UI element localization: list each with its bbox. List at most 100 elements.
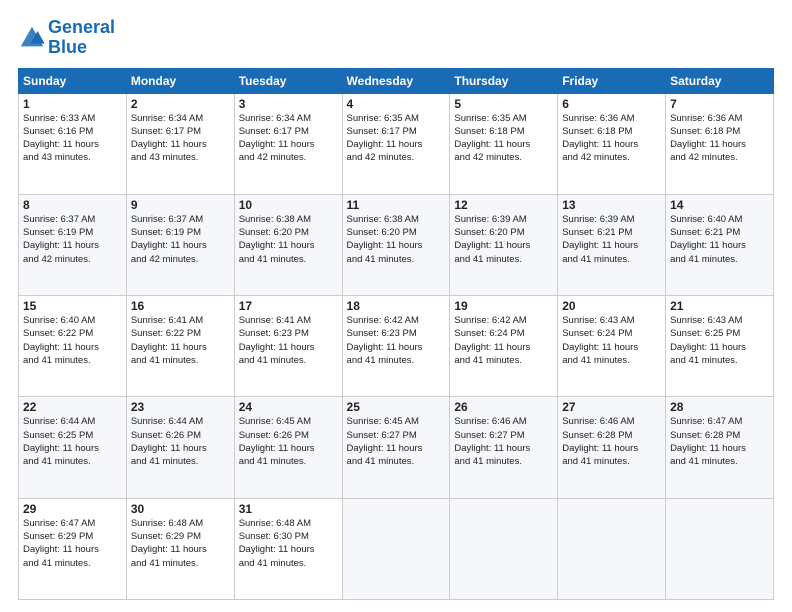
calendar-cell: 25Sunrise: 6:45 AM Sunset: 6:27 PM Dayli… <box>342 397 450 498</box>
day-number: 2 <box>131 97 230 111</box>
day-info: Sunrise: 6:41 AM Sunset: 6:22 PM Dayligh… <box>131 314 230 367</box>
calendar-cell: 10Sunrise: 6:38 AM Sunset: 6:20 PM Dayli… <box>234 194 342 295</box>
day-number: 1 <box>23 97 122 111</box>
day-info: Sunrise: 6:48 AM Sunset: 6:30 PM Dayligh… <box>239 517 338 570</box>
day-number: 30 <box>131 502 230 516</box>
day-info: Sunrise: 6:44 AM Sunset: 6:26 PM Dayligh… <box>131 415 230 468</box>
day-number: 19 <box>454 299 553 313</box>
day-number: 3 <box>239 97 338 111</box>
calendar-cell <box>450 498 558 599</box>
day-number: 17 <box>239 299 338 313</box>
calendar-cell: 14Sunrise: 6:40 AM Sunset: 6:21 PM Dayli… <box>666 194 774 295</box>
calendar-cell: 30Sunrise: 6:48 AM Sunset: 6:29 PM Dayli… <box>126 498 234 599</box>
day-info: Sunrise: 6:44 AM Sunset: 6:25 PM Dayligh… <box>23 415 122 468</box>
day-number: 18 <box>347 299 446 313</box>
calendar-cell: 27Sunrise: 6:46 AM Sunset: 6:28 PM Dayli… <box>558 397 666 498</box>
day-info: Sunrise: 6:36 AM Sunset: 6:18 PM Dayligh… <box>670 112 769 165</box>
day-number: 14 <box>670 198 769 212</box>
header-day-thursday: Thursday <box>450 68 558 93</box>
day-info: Sunrise: 6:38 AM Sunset: 6:20 PM Dayligh… <box>239 213 338 266</box>
day-number: 5 <box>454 97 553 111</box>
calendar-cell: 6Sunrise: 6:36 AM Sunset: 6:18 PM Daylig… <box>558 93 666 194</box>
calendar-week-row: 22Sunrise: 6:44 AM Sunset: 6:25 PM Dayli… <box>19 397 774 498</box>
day-number: 6 <box>562 97 661 111</box>
calendar-cell: 7Sunrise: 6:36 AM Sunset: 6:18 PM Daylig… <box>666 93 774 194</box>
day-info: Sunrise: 6:40 AM Sunset: 6:22 PM Dayligh… <box>23 314 122 367</box>
day-info: Sunrise: 6:35 AM Sunset: 6:17 PM Dayligh… <box>347 112 446 165</box>
calendar-cell: 28Sunrise: 6:47 AM Sunset: 6:28 PM Dayli… <box>666 397 774 498</box>
day-info: Sunrise: 6:45 AM Sunset: 6:27 PM Dayligh… <box>347 415 446 468</box>
day-info: Sunrise: 6:37 AM Sunset: 6:19 PM Dayligh… <box>131 213 230 266</box>
day-number: 9 <box>131 198 230 212</box>
day-info: Sunrise: 6:45 AM Sunset: 6:26 PM Dayligh… <box>239 415 338 468</box>
page: General Blue SundayMondayTuesdayWednesda… <box>0 0 792 612</box>
day-info: Sunrise: 6:35 AM Sunset: 6:18 PM Dayligh… <box>454 112 553 165</box>
calendar-cell: 26Sunrise: 6:46 AM Sunset: 6:27 PM Dayli… <box>450 397 558 498</box>
day-number: 10 <box>239 198 338 212</box>
calendar-cell: 31Sunrise: 6:48 AM Sunset: 6:30 PM Dayli… <box>234 498 342 599</box>
calendar-cell: 16Sunrise: 6:41 AM Sunset: 6:22 PM Dayli… <box>126 296 234 397</box>
calendar-week-row: 8Sunrise: 6:37 AM Sunset: 6:19 PM Daylig… <box>19 194 774 295</box>
day-number: 24 <box>239 400 338 414</box>
calendar-cell: 2Sunrise: 6:34 AM Sunset: 6:17 PM Daylig… <box>126 93 234 194</box>
day-number: 16 <box>131 299 230 313</box>
calendar-cell: 20Sunrise: 6:43 AM Sunset: 6:24 PM Dayli… <box>558 296 666 397</box>
day-number: 25 <box>347 400 446 414</box>
day-info: Sunrise: 6:34 AM Sunset: 6:17 PM Dayligh… <box>239 112 338 165</box>
day-info: Sunrise: 6:39 AM Sunset: 6:21 PM Dayligh… <box>562 213 661 266</box>
header-day-tuesday: Tuesday <box>234 68 342 93</box>
header: General Blue <box>18 18 774 58</box>
day-number: 8 <box>23 198 122 212</box>
header-day-friday: Friday <box>558 68 666 93</box>
logo-icon <box>18 24 46 52</box>
day-number: 22 <box>23 400 122 414</box>
day-info: Sunrise: 6:43 AM Sunset: 6:24 PM Dayligh… <box>562 314 661 367</box>
day-number: 28 <box>670 400 769 414</box>
day-number: 31 <box>239 502 338 516</box>
calendar-week-row: 29Sunrise: 6:47 AM Sunset: 6:29 PM Dayli… <box>19 498 774 599</box>
calendar-cell: 12Sunrise: 6:39 AM Sunset: 6:20 PM Dayli… <box>450 194 558 295</box>
calendar-cell: 19Sunrise: 6:42 AM Sunset: 6:24 PM Dayli… <box>450 296 558 397</box>
day-number: 20 <box>562 299 661 313</box>
calendar-cell: 22Sunrise: 6:44 AM Sunset: 6:25 PM Dayli… <box>19 397 127 498</box>
day-number: 13 <box>562 198 661 212</box>
calendar-cell: 23Sunrise: 6:44 AM Sunset: 6:26 PM Dayli… <box>126 397 234 498</box>
day-info: Sunrise: 6:46 AM Sunset: 6:28 PM Dayligh… <box>562 415 661 468</box>
day-info: Sunrise: 6:34 AM Sunset: 6:17 PM Dayligh… <box>131 112 230 165</box>
logo-blue: Blue <box>48 37 87 57</box>
day-info: Sunrise: 6:39 AM Sunset: 6:20 PM Dayligh… <box>454 213 553 266</box>
day-number: 4 <box>347 97 446 111</box>
calendar-cell: 15Sunrise: 6:40 AM Sunset: 6:22 PM Dayli… <box>19 296 127 397</box>
calendar-cell: 11Sunrise: 6:38 AM Sunset: 6:20 PM Dayli… <box>342 194 450 295</box>
day-number: 23 <box>131 400 230 414</box>
logo-text-block: General Blue <box>48 18 115 58</box>
calendar-cell: 4Sunrise: 6:35 AM Sunset: 6:17 PM Daylig… <box>342 93 450 194</box>
logo: General Blue <box>18 18 115 58</box>
day-info: Sunrise: 6:48 AM Sunset: 6:29 PM Dayligh… <box>131 517 230 570</box>
header-day-saturday: Saturday <box>666 68 774 93</box>
day-info: Sunrise: 6:47 AM Sunset: 6:29 PM Dayligh… <box>23 517 122 570</box>
calendar-cell: 24Sunrise: 6:45 AM Sunset: 6:26 PM Dayli… <box>234 397 342 498</box>
day-info: Sunrise: 6:41 AM Sunset: 6:23 PM Dayligh… <box>239 314 338 367</box>
calendar-cell: 8Sunrise: 6:37 AM Sunset: 6:19 PM Daylig… <box>19 194 127 295</box>
calendar-cell: 3Sunrise: 6:34 AM Sunset: 6:17 PM Daylig… <box>234 93 342 194</box>
day-number: 26 <box>454 400 553 414</box>
day-info: Sunrise: 6:47 AM Sunset: 6:28 PM Dayligh… <box>670 415 769 468</box>
header-day-wednesday: Wednesday <box>342 68 450 93</box>
day-info: Sunrise: 6:40 AM Sunset: 6:21 PM Dayligh… <box>670 213 769 266</box>
calendar-cell <box>666 498 774 599</box>
day-number: 15 <box>23 299 122 313</box>
header-day-sunday: Sunday <box>19 68 127 93</box>
day-number: 29 <box>23 502 122 516</box>
day-info: Sunrise: 6:37 AM Sunset: 6:19 PM Dayligh… <box>23 213 122 266</box>
calendar-header-row: SundayMondayTuesdayWednesdayThursdayFrid… <box>19 68 774 93</box>
header-day-monday: Monday <box>126 68 234 93</box>
day-number: 21 <box>670 299 769 313</box>
day-info: Sunrise: 6:36 AM Sunset: 6:18 PM Dayligh… <box>562 112 661 165</box>
day-info: Sunrise: 6:38 AM Sunset: 6:20 PM Dayligh… <box>347 213 446 266</box>
day-info: Sunrise: 6:43 AM Sunset: 6:25 PM Dayligh… <box>670 314 769 367</box>
calendar-week-row: 1Sunrise: 6:33 AM Sunset: 6:16 PM Daylig… <box>19 93 774 194</box>
calendar-cell <box>558 498 666 599</box>
calendar-cell: 17Sunrise: 6:41 AM Sunset: 6:23 PM Dayli… <box>234 296 342 397</box>
day-number: 27 <box>562 400 661 414</box>
